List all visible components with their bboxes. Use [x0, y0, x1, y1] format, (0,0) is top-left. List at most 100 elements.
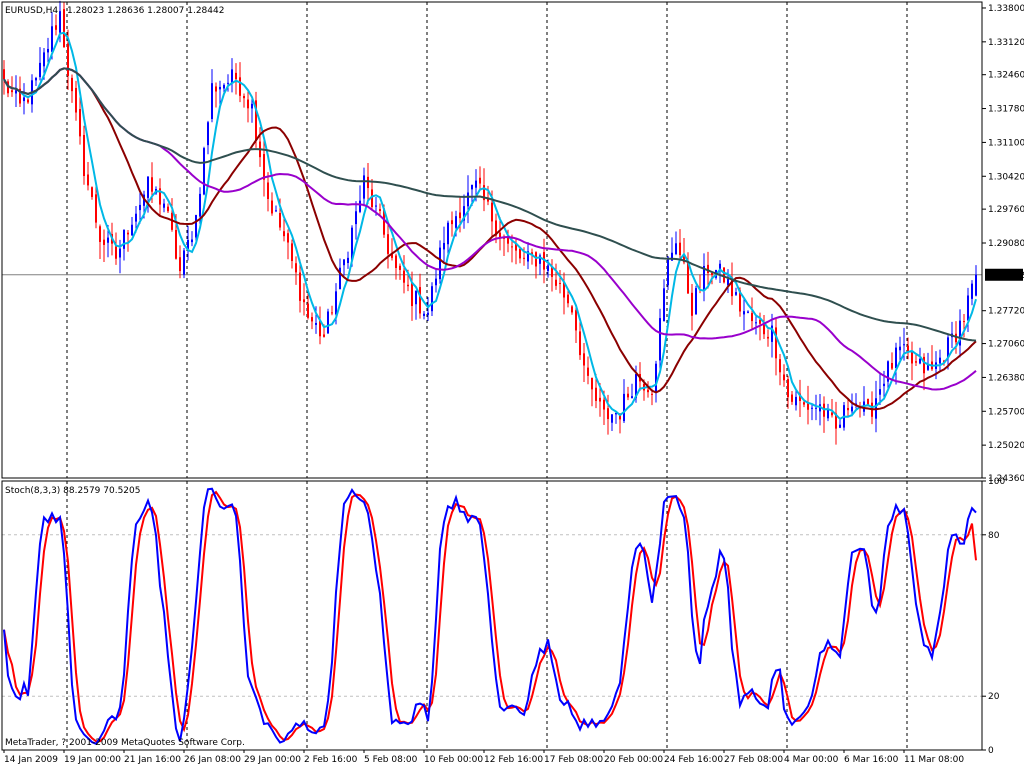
candle-body	[215, 86, 217, 92]
candle-body	[195, 215, 197, 238]
candle-body	[275, 210, 277, 212]
candle-body	[675, 243, 677, 255]
candle-body	[443, 242, 445, 250]
candle-body	[355, 211, 357, 225]
price-pane[interactable]	[2, 0, 982, 478]
candle-body	[411, 283, 413, 307]
price-tick-label: 1.32460	[988, 71, 1024, 81]
candle-body	[403, 270, 405, 283]
candle-body	[63, 9, 65, 48]
candle-body	[891, 362, 893, 369]
candle-body	[231, 69, 233, 84]
x-tick-label: 12 Feb 16:00	[484, 755, 543, 765]
candle-body	[919, 358, 921, 364]
candle-body	[291, 243, 293, 262]
candle-body	[107, 237, 109, 243]
candle-body	[127, 232, 129, 235]
x-tick-label: 17 Feb 08:00	[544, 755, 603, 765]
candle-body	[847, 407, 849, 411]
candle-body	[975, 274, 977, 296]
moving-average-line-ma-fast	[3, 31, 977, 421]
candle-body	[323, 334, 325, 337]
x-tick-label: 2 Feb 16:00	[304, 755, 358, 765]
candle-body	[331, 312, 333, 314]
x-tick-label: 14 Jan 2009	[4, 755, 58, 765]
chart-canvas[interactable]: 14 Jan 2009 19 Jan 00:00 21 Jan 16:00 26 Ja…	[0, 0, 1024, 768]
ohlc-readout: 1.28023 1.28636 1.28007 1.28442	[67, 6, 224, 16]
candle-body	[191, 239, 193, 243]
x-tick-label: 20 Feb 00:00	[604, 755, 663, 765]
candle-body	[115, 246, 117, 259]
candle-body	[795, 396, 797, 406]
candle-body	[479, 177, 481, 184]
x-tick-label: 11 Mar 08:00	[904, 755, 964, 765]
candle-body	[831, 412, 833, 416]
x-tick-label: 26 Jan 08:00	[184, 755, 241, 765]
copyright-label: MetaTrader, ? 2001-2009 MetaQuotes Softw…	[5, 738, 245, 748]
price-tick-label: 1.33800	[988, 4, 1024, 14]
candle-body	[567, 294, 569, 304]
stochastic-tick-label: 0	[988, 746, 994, 756]
candle-body	[471, 184, 473, 190]
candle-body	[607, 408, 609, 420]
x-tick-label: 6 Mar 16:00	[844, 755, 899, 765]
candle-body	[803, 402, 805, 405]
candle-body	[311, 317, 313, 322]
candle-body	[399, 265, 401, 270]
candle-body	[647, 389, 649, 393]
candle-body	[307, 303, 309, 318]
candle-body	[791, 394, 793, 402]
candle-body	[747, 311, 749, 313]
moving-average-line-ma-mid	[3, 67, 977, 411]
stochastic-pane-frame	[1, 480, 983, 751]
candle-body	[455, 216, 457, 228]
candle-body	[11, 90, 13, 93]
candle-body	[971, 283, 973, 299]
candle-body	[447, 222, 449, 245]
candle-body	[815, 407, 817, 409]
candle-body	[603, 399, 605, 410]
candle-body	[763, 324, 765, 335]
candle-body	[87, 174, 89, 186]
candle-body	[211, 83, 213, 119]
candle-body	[343, 259, 345, 266]
x-tick-label: 29 Jan 00:00	[244, 755, 301, 765]
x-tick-label: 5 Feb 08:00	[364, 755, 418, 765]
candle-body	[223, 84, 225, 89]
stochastic-main-line	[3, 487, 977, 746]
candle-body	[299, 272, 301, 301]
candle-body	[247, 99, 249, 109]
candle-body	[103, 239, 105, 245]
candle-body	[71, 77, 73, 92]
x-tick-label: 19 Jan 00:00	[64, 755, 121, 765]
price-tick-label: 1.25700	[988, 407, 1024, 417]
candle-body	[595, 387, 597, 401]
candle-body	[367, 176, 369, 189]
candle-body	[415, 290, 417, 305]
candle-body	[335, 291, 337, 315]
candle-body	[631, 396, 633, 399]
price-tick-label: 1.29760	[988, 205, 1024, 215]
price-tick-label: 1.27720	[988, 307, 1024, 317]
candle-body	[475, 180, 477, 188]
candle-body	[723, 267, 725, 283]
candle-body	[99, 226, 101, 242]
axes: 14 Jan 2009 19 Jan 00:00 21 Jan 16:00 26 Ja…	[1, 1, 1024, 765]
candle-body	[579, 331, 581, 356]
candle-body	[79, 108, 81, 137]
stochastic-pane[interactable]	[2, 481, 982, 750]
candle-body	[623, 393, 625, 422]
candle-body	[911, 351, 913, 364]
candle-body	[327, 311, 329, 334]
candle-body	[939, 357, 941, 364]
candle-body	[491, 202, 493, 222]
candle-body	[423, 313, 425, 316]
candle-body	[555, 279, 557, 286]
candle-body	[303, 299, 305, 303]
price-tick-label: 1.31100	[988, 138, 1024, 148]
candle-body	[679, 242, 681, 256]
candle-body	[851, 406, 853, 412]
stochastic-tick-label: 100	[988, 477, 1005, 487]
price-tick-label: 1.26380	[988, 373, 1024, 383]
candle-body	[547, 265, 549, 271]
